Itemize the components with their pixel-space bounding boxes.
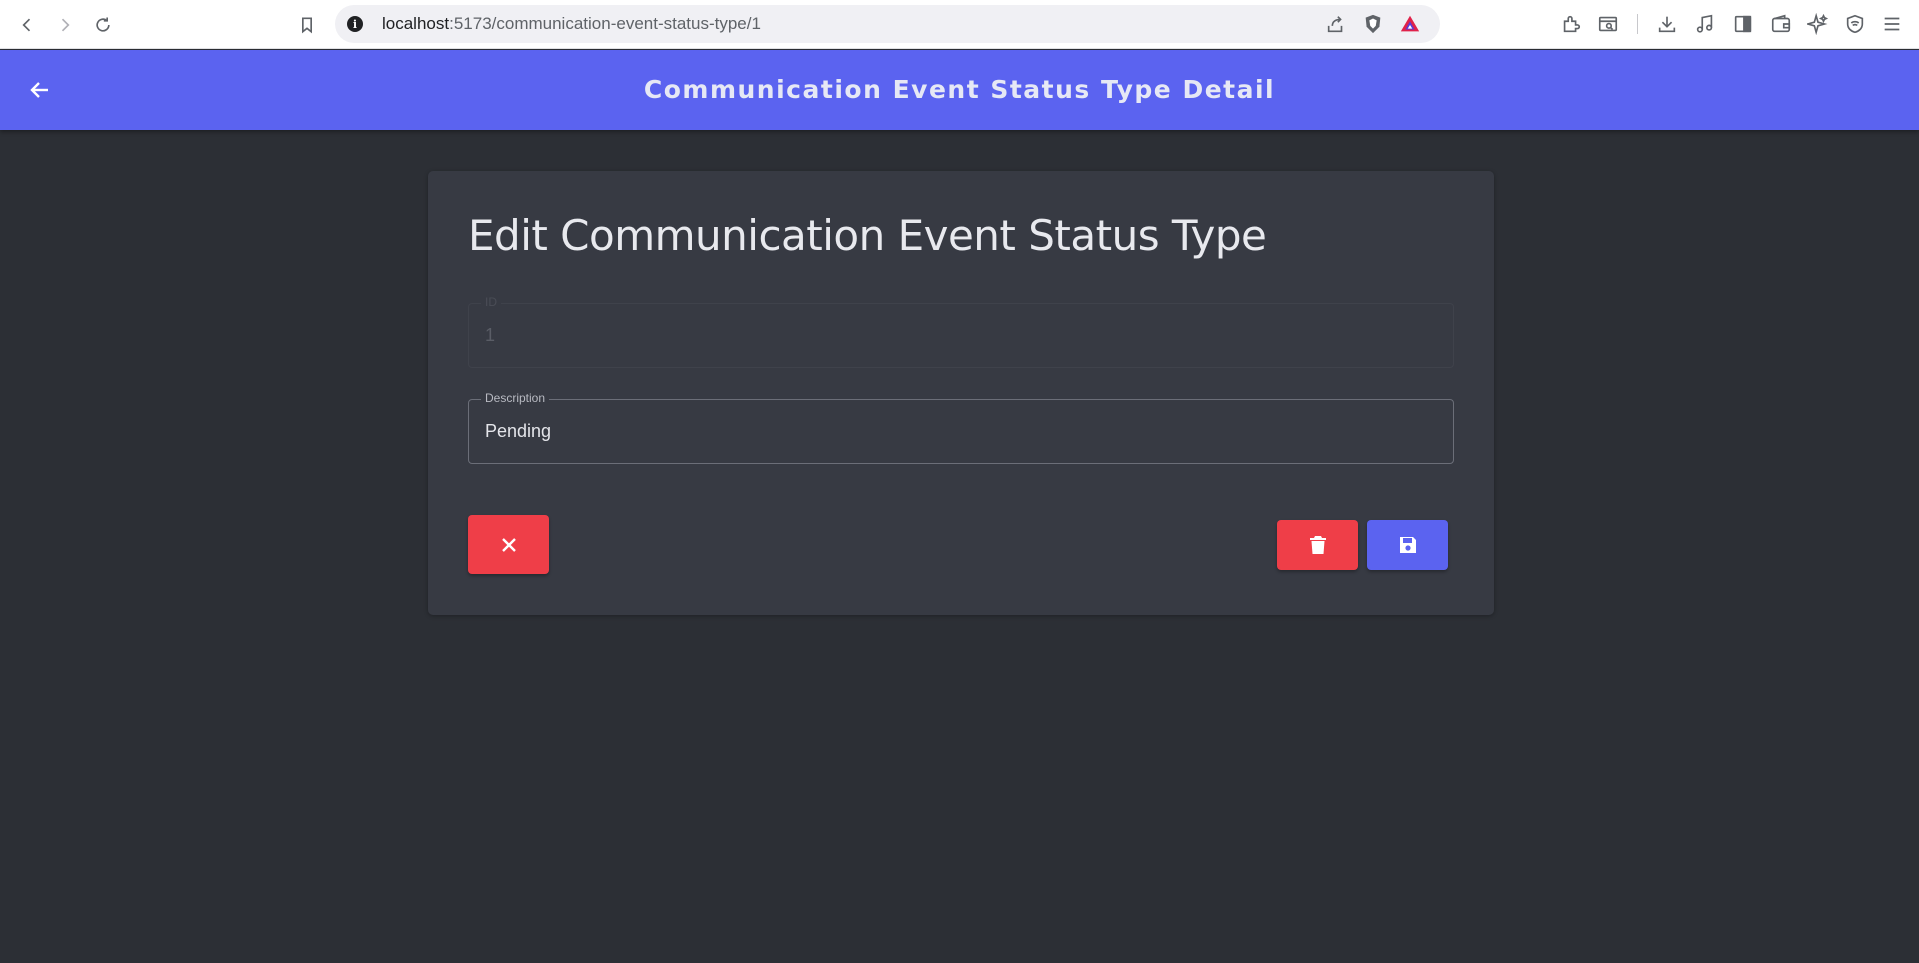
vpn-icon[interactable]: [1843, 12, 1867, 36]
description-input[interactable]: [485, 400, 1435, 463]
reload-icon[interactable]: [88, 10, 118, 40]
browser-toolbar: i localhost:5173/communication-event-sta…: [0, 0, 1919, 49]
share-icon[interactable]: [1325, 13, 1347, 35]
wallet-icon[interactable]: [1769, 12, 1793, 36]
toolbar-separator: [1637, 14, 1638, 34]
form-title: Edit Communication Event Status Type: [468, 211, 1267, 260]
screenshot-icon[interactable]: [1596, 12, 1620, 36]
url-text[interactable]: localhost:5173/communication-event-statu…: [382, 5, 761, 43]
address-bar[interactable]: i localhost:5173/communication-event-sta…: [335, 5, 1440, 43]
leo-ai-icon[interactable]: [1806, 12, 1830, 36]
download-icon[interactable]: [1655, 12, 1679, 36]
save-button[interactable]: [1367, 520, 1448, 570]
menu-icon[interactable]: [1880, 12, 1904, 36]
brave-rewards-icon[interactable]: [1399, 13, 1421, 35]
delete-button[interactable]: [1277, 520, 1358, 570]
extensions-icon[interactable]: [1559, 12, 1583, 36]
bookmark-icon[interactable]: [292, 10, 322, 40]
media-icon[interactable]: [1693, 12, 1717, 36]
id-input: [485, 304, 1435, 367]
sidebar-icon[interactable]: [1731, 12, 1755, 36]
brave-shield-icon[interactable]: [1362, 13, 1384, 35]
cancel-button[interactable]: [468, 515, 549, 574]
app-header: Communication Event Status Type Detail: [0, 50, 1919, 130]
close-icon: [501, 537, 516, 552]
back-icon[interactable]: [12, 10, 42, 40]
description-field[interactable]: Description: [468, 391, 1454, 464]
page-title: Communication Event Status Type Detail: [643, 75, 1276, 104]
floppy-disk-icon: [1399, 537, 1416, 553]
trash-icon: [1309, 536, 1326, 554]
edit-form-card: Edit Communication Event Status Type ID …: [428, 171, 1494, 615]
id-field: ID: [468, 295, 1454, 368]
info-icon[interactable]: i: [347, 16, 363, 32]
forward-icon[interactable]: [50, 10, 80, 40]
